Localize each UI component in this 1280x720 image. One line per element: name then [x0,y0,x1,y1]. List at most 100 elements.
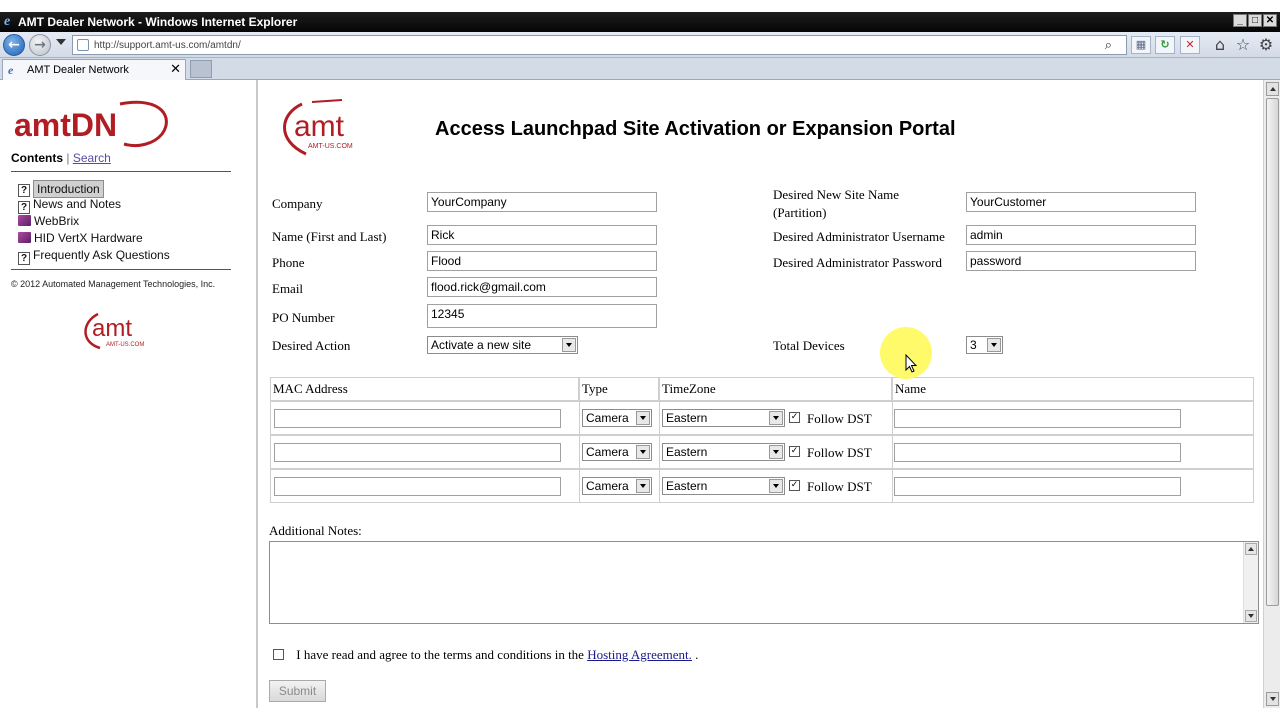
timezone-select[interactable]: Eastern [662,409,785,427]
tab-close-icon[interactable]: ✕ [170,62,181,77]
site-name-label-line1: Desired New Site Name [773,187,899,202]
scroll-down-icon[interactable] [1245,610,1257,622]
window-title: AMT Dealer Network - Windows Internet Ex… [18,15,298,29]
device-type-select[interactable]: Camera [582,443,652,461]
column-header-type: Type [579,377,659,401]
admin-password-label: Desired Administrator Password [773,255,942,270]
mac-address-input[interactable] [274,443,561,462]
sidebar-item-label: HID VertX Hardware [34,231,143,245]
new-tab-button[interactable] [190,60,212,78]
recent-pages-dropdown-icon[interactable] [56,39,66,45]
device-type-select[interactable]: Camera [582,409,652,427]
table-row: Camera Eastern ✓ Follow DST [270,435,1254,469]
device-name-input[interactable] [894,409,1181,428]
hosting-agreement-link[interactable]: Hosting Agreement. [587,647,692,662]
tab-amt-dealer-network[interactable]: e AMT Dealer Network ✕ [2,59,186,80]
tools-gear-icon[interactable]: ⚙ [1256,36,1276,54]
device-name-input[interactable] [894,477,1181,496]
company-input[interactable]: YourCompany [427,192,657,212]
follow-dst-checkbox[interactable]: ✓ [789,412,800,423]
follow-dst-checkbox[interactable]: ✓ [789,480,800,491]
sidebar: amtDN Contents | Search ? Introduction ? N… [0,80,258,708]
admin-username-label: Desired Administrator Username [773,229,945,244]
sidebar-item-label: Frequently Ask Questions [33,248,170,262]
scroll-up-icon[interactable] [1266,82,1279,96]
stop-icon[interactable]: ✕ [1180,36,1200,54]
column-header-mac: MAC Address [270,377,579,401]
divider [11,269,231,270]
company-label: Company [272,196,323,211]
chevron-down-icon[interactable] [636,479,650,493]
book-icon [18,232,31,243]
follow-dst-checkbox[interactable]: ✓ [789,446,800,457]
additional-notes-textarea[interactable] [269,541,1259,624]
po-number-label: PO Number [272,310,335,325]
ie-page-icon: e [8,63,14,77]
sidebar-item-hid-vertx-hardware[interactable]: HID VertX Hardware [18,231,143,245]
compatibility-view-icon[interactable]: ▦ [1131,36,1151,54]
divider [11,171,231,172]
site-name-input[interactable]: YourCustomer [966,192,1196,212]
minimize-icon[interactable]: _ [1233,14,1247,27]
navigation-bar: ← → http://support.amt-us.com/amtdn/ ⌕ ▦… [0,32,1280,58]
page-icon [77,39,89,51]
email-input[interactable]: flood.rick@gmail.com [427,277,657,297]
amt-logo-text: amt [294,110,345,143]
chevron-down-icon[interactable] [636,445,650,459]
sidebar-item-webbrix[interactable]: WebBrix [18,214,79,228]
contents-search-row: Contents | Search [11,151,111,165]
chevron-down-icon[interactable] [562,338,576,352]
device-type-value: Camera [586,445,629,459]
amtdn-logo: amtDN [14,100,168,148]
sidebar-item-news-and-notes[interactable]: ? News and Notes [18,197,121,214]
close-icon[interactable]: ✕ [1263,14,1277,27]
search-icon[interactable]: ⌕ [1105,37,1112,53]
help-page-icon: ? [18,201,30,214]
phone-input[interactable]: Flood [427,251,657,271]
total-devices-select[interactable]: 3 [966,336,1003,354]
address-bar[interactable]: http://support.amt-us.com/amtdn/ ⌕ [72,35,1127,55]
mac-address-input[interactable] [274,477,561,496]
agree-checkbox[interactable] [273,649,284,660]
contents-link[interactable]: Contents [11,151,63,165]
scrollbar-thumb[interactable] [1266,98,1279,606]
copyright-text: © 2012 Automated Management Technologies… [11,279,216,289]
favorites-star-icon[interactable]: ☆ [1233,36,1253,54]
chevron-down-icon[interactable] [769,445,783,459]
name-input[interactable]: Rick [427,225,657,245]
timezone-select[interactable]: Eastern [662,443,785,461]
forward-button[interactable]: → [29,34,51,56]
search-link[interactable]: Search [73,151,111,165]
amt-logo: amt AMT-US.COM [283,99,353,156]
admin-username-input[interactable]: admin [966,225,1196,245]
sidebar-item-faq[interactable]: ? Frequently Ask Questions [18,248,170,265]
device-type-select[interactable]: Camera [582,477,652,495]
notes-scrollbar[interactable] [1243,542,1258,623]
refresh-icon[interactable]: ↻ [1155,36,1175,54]
device-name-input[interactable] [894,443,1181,462]
email-label: Email [272,281,304,296]
maximize-icon[interactable]: □ [1248,14,1262,27]
chevron-down-icon[interactable] [987,338,1001,352]
scroll-down-icon[interactable] [1266,692,1279,706]
column-divider [892,401,893,503]
device-type-value: Camera [586,411,629,425]
timezone-select[interactable]: Eastern [662,477,785,495]
sidebar-item-label: News and Notes [33,197,122,211]
chevron-down-icon[interactable] [636,411,650,425]
desired-action-select[interactable]: Activate a new site [427,336,578,354]
sidebar-item-introduction[interactable]: ? Introduction [18,180,104,198]
po-number-input[interactable]: 12345 [427,304,657,328]
admin-password-input[interactable]: password [966,251,1196,271]
submit-button[interactable]: Submit [269,680,326,702]
agree-tail: . [695,647,699,662]
page-scrollbar[interactable] [1263,80,1280,708]
chevron-down-icon[interactable] [769,479,783,493]
amtdn-logo-text: amtDN [14,107,117,143]
chevron-down-icon[interactable] [769,411,783,425]
mac-address-input[interactable] [274,409,561,428]
address-url[interactable]: http://support.amt-us.com/amtdn/ [94,40,241,51]
back-button[interactable]: ← [3,34,25,56]
scroll-up-icon[interactable] [1245,543,1257,555]
home-icon[interactable]: ⌂ [1210,36,1230,54]
